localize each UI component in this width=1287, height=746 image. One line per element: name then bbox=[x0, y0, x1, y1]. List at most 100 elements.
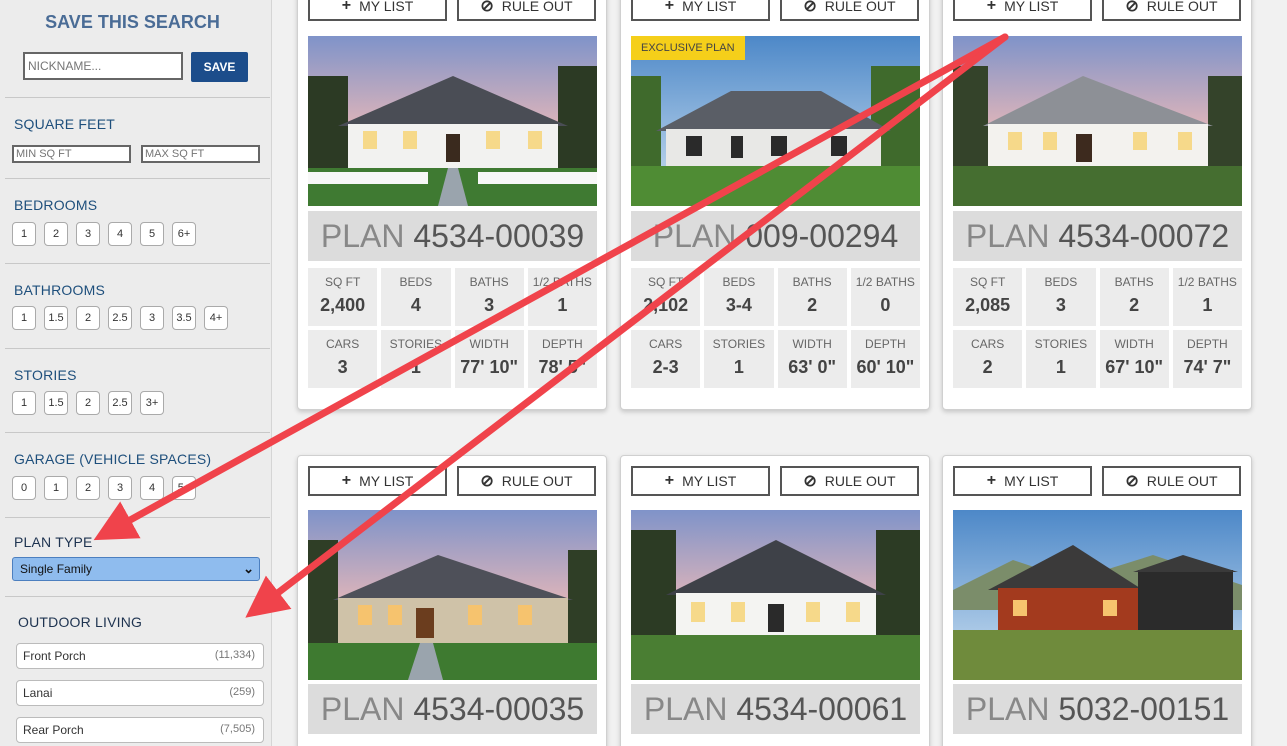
plus-icon: + bbox=[664, 0, 675, 14]
stat-value: 2 bbox=[807, 295, 818, 315]
stat-value: 1 bbox=[1202, 295, 1213, 315]
rule-out-button[interactable]: ⊘ RULE OUT bbox=[780, 0, 919, 21]
bathroom-chip[interactable]: 3.5 bbox=[172, 306, 196, 330]
bathroom-chip[interactable]: 1.5 bbox=[44, 306, 68, 330]
ban-icon: ⊘ bbox=[480, 0, 494, 15]
divider bbox=[5, 432, 270, 433]
house-photo[interactable] bbox=[631, 510, 920, 680]
plan-id: 4534-00072 bbox=[1058, 218, 1230, 254]
garage-chip[interactable]: 1 bbox=[44, 476, 68, 500]
outdoor-option[interactable]: Rear Porch (7,505) bbox=[16, 717, 264, 743]
plan-card[interactable]: + MY LIST ⊘ RULE OUT PLAN 4534-00039 SQ FT… bbox=[297, 0, 607, 410]
bedroom-chip[interactable]: 3 bbox=[76, 222, 100, 246]
ban-icon: ⊘ bbox=[1125, 0, 1139, 15]
stat-value: 2-3 bbox=[652, 357, 679, 377]
stories-chip[interactable]: 3+ bbox=[140, 391, 164, 415]
outdoor-option[interactable]: Lanai (259) bbox=[16, 680, 264, 706]
plus-icon: + bbox=[986, 0, 997, 14]
garage-chip[interactable]: 3 bbox=[108, 476, 132, 500]
stat-value: 78' 5" bbox=[538, 357, 587, 377]
my-list-button[interactable]: + MY LIST bbox=[631, 466, 770, 496]
rule-out-button[interactable]: ⊘ RULE OUT bbox=[1102, 466, 1241, 496]
bathroom-chip[interactable]: 1 bbox=[12, 306, 36, 330]
house-photo[interactable] bbox=[308, 510, 597, 680]
stat-cars: CARS 3 bbox=[308, 330, 378, 388]
stat-label: BEDS bbox=[1044, 275, 1078, 289]
rule-out-button[interactable]: ⊘ RULE OUT bbox=[1102, 0, 1241, 21]
my-list-button[interactable]: + MY LIST bbox=[953, 466, 1092, 496]
house-photo[interactable] bbox=[953, 510, 1242, 680]
bedroom-chip[interactable]: 4 bbox=[108, 222, 132, 246]
stat-sqft: SQ FT 2,102 bbox=[631, 268, 701, 326]
max-sqft-input[interactable] bbox=[141, 145, 260, 163]
stat-label: BATHS bbox=[1114, 275, 1154, 289]
bedroom-chip[interactable]: 2 bbox=[44, 222, 68, 246]
plan-card[interactable]: + MY LIST ⊘ RULE OUT PLAN 4534-00072 SQ FT… bbox=[942, 0, 1252, 410]
bathroom-chip[interactable]: 2.5 bbox=[108, 306, 132, 330]
my-list-button[interactable]: + MY LIST bbox=[953, 0, 1092, 21]
stat-value: 4 bbox=[410, 295, 421, 315]
plus-icon: + bbox=[664, 472, 675, 489]
garage-options: 0 1 2 3 4 5+ bbox=[12, 476, 196, 500]
garage-chip[interactable]: 4 bbox=[140, 476, 164, 500]
stat-label: STORIES bbox=[1034, 337, 1088, 351]
bathroom-chip[interactable]: 2 bbox=[76, 306, 100, 330]
exclusive-badge: EXCLUSIVE PLAN bbox=[631, 36, 745, 60]
bathroom-chip[interactable]: 4+ bbox=[204, 306, 228, 330]
stat-value: 3-4 bbox=[725, 295, 752, 315]
plan-prefix: PLAN bbox=[320, 691, 405, 727]
house-photo[interactable] bbox=[631, 36, 920, 206]
bedroom-chip[interactable]: 6+ bbox=[172, 222, 196, 246]
garage-chip[interactable]: 2 bbox=[76, 476, 100, 500]
stat-stories: STORIES 1 bbox=[704, 330, 774, 388]
stat-label: DEPTH bbox=[865, 337, 906, 351]
stat-beds: BEDS 3-4 bbox=[704, 268, 774, 326]
stories-chip[interactable]: 2.5 bbox=[108, 391, 132, 415]
bedroom-chip[interactable]: 5 bbox=[140, 222, 164, 246]
plan-type-select[interactable]: Single Family ⌄ bbox=[12, 557, 260, 581]
ban-icon: ⊘ bbox=[803, 0, 817, 15]
rule-out-button[interactable]: ⊘ RULE OUT bbox=[457, 466, 596, 496]
plan-type-value: Single Family bbox=[20, 562, 93, 576]
plan-card[interactable]: + MY LIST ⊘ RULE OUT EXCLUSIVE PLAN PLAN 0… bbox=[620, 0, 930, 410]
garage-chip[interactable]: 0 bbox=[12, 476, 36, 500]
outdoor-option[interactable]: Front Porch (11,334) bbox=[16, 643, 264, 669]
nickname-input[interactable] bbox=[23, 52, 183, 80]
bedroom-chip[interactable]: 1 bbox=[12, 222, 36, 246]
plan-number[interactable]: PLAN 5032-00151 bbox=[953, 684, 1242, 734]
outdoor-option-count: (7,505) bbox=[220, 723, 255, 735]
stat-label: WIDTH bbox=[1114, 337, 1154, 351]
plan-card[interactable]: + MY LIST ⊘ RULE OUT PLAN 4534-00061 bbox=[620, 455, 930, 746]
bathroom-chip[interactable]: 3 bbox=[140, 306, 164, 330]
rule-out-label: RULE OUT bbox=[824, 0, 896, 14]
my-list-button[interactable]: + MY LIST bbox=[631, 0, 770, 21]
garage-title: GARAGE (VEHICLE SPACES) bbox=[14, 451, 212, 467]
house-photo[interactable] bbox=[953, 36, 1242, 206]
plan-prefix: PLAN bbox=[965, 691, 1050, 727]
plan-number[interactable]: PLAN 009-00294 bbox=[631, 211, 920, 261]
stories-chip[interactable]: 1.5 bbox=[44, 391, 68, 415]
plan-number[interactable]: PLAN 4534-00035 bbox=[308, 684, 597, 734]
min-sqft-input[interactable] bbox=[12, 145, 131, 163]
house-photo[interactable] bbox=[308, 36, 597, 206]
stories-options: 1 1.5 2 2.5 3+ bbox=[12, 391, 164, 415]
stat-label: BEDS bbox=[722, 275, 756, 289]
plan-number[interactable]: PLAN 4534-00072 bbox=[953, 211, 1242, 261]
save-button[interactable]: SAVE bbox=[191, 52, 248, 82]
my-list-button[interactable]: + MY LIST bbox=[308, 466, 447, 496]
plan-number[interactable]: PLAN 4534-00039 bbox=[308, 211, 597, 261]
garage-chip[interactable]: 5+ bbox=[172, 476, 196, 500]
stat-label: WIDTH bbox=[792, 337, 832, 351]
stories-chip[interactable]: 1 bbox=[12, 391, 36, 415]
stat-value: 1 bbox=[557, 295, 568, 315]
ban-icon: ⊘ bbox=[480, 473, 494, 490]
my-list-button[interactable]: + MY LIST bbox=[308, 0, 447, 21]
stat-cars: CARS 2 bbox=[953, 330, 1023, 388]
stat-label: STORIES bbox=[389, 337, 443, 351]
rule-out-button[interactable]: ⊘ RULE OUT bbox=[780, 466, 919, 496]
plan-card[interactable]: + MY LIST ⊘ RULE OUT PLAN 4534-00035 bbox=[297, 455, 607, 746]
plan-number[interactable]: PLAN 4534-00061 bbox=[631, 684, 920, 734]
plan-card[interactable]: + MY LIST ⊘ RULE OUT PLAN 5032-00151 bbox=[942, 455, 1252, 746]
rule-out-button[interactable]: ⊘ RULE OUT bbox=[457, 0, 596, 21]
stories-chip[interactable]: 2 bbox=[76, 391, 100, 415]
